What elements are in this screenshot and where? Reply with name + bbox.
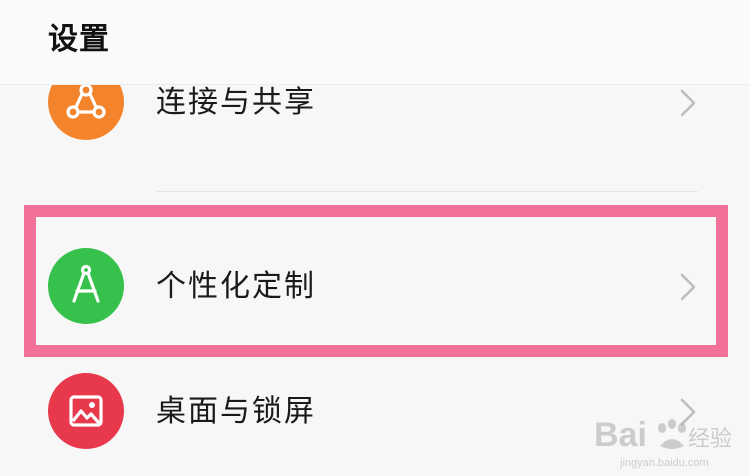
settings-item-label: 桌面与锁屏	[156, 394, 316, 429]
chevron-right-icon	[680, 89, 696, 117]
picture-icon	[48, 373, 124, 449]
svg-text:经验: 经验	[688, 427, 732, 452]
chevron-right-icon	[680, 273, 696, 301]
svg-text:jingyan.baidu.com: jingyan.baidu.com	[619, 457, 709, 469]
compass-icon	[48, 248, 124, 324]
page-title: 设置	[48, 22, 110, 57]
divider	[156, 191, 698, 192]
settings-item-label: 个性化定制	[156, 269, 316, 304]
settings-item-personalization[interactable]: 个性化定制	[0, 230, 750, 340]
svg-text:Bai: Bai	[594, 416, 647, 454]
baidu-jingyan-watermark: Bai 经验 jingyan.baidu.com	[594, 416, 732, 469]
settings-item-label: 连接与共享	[156, 85, 316, 120]
app-header: 设置	[0, 0, 750, 85]
